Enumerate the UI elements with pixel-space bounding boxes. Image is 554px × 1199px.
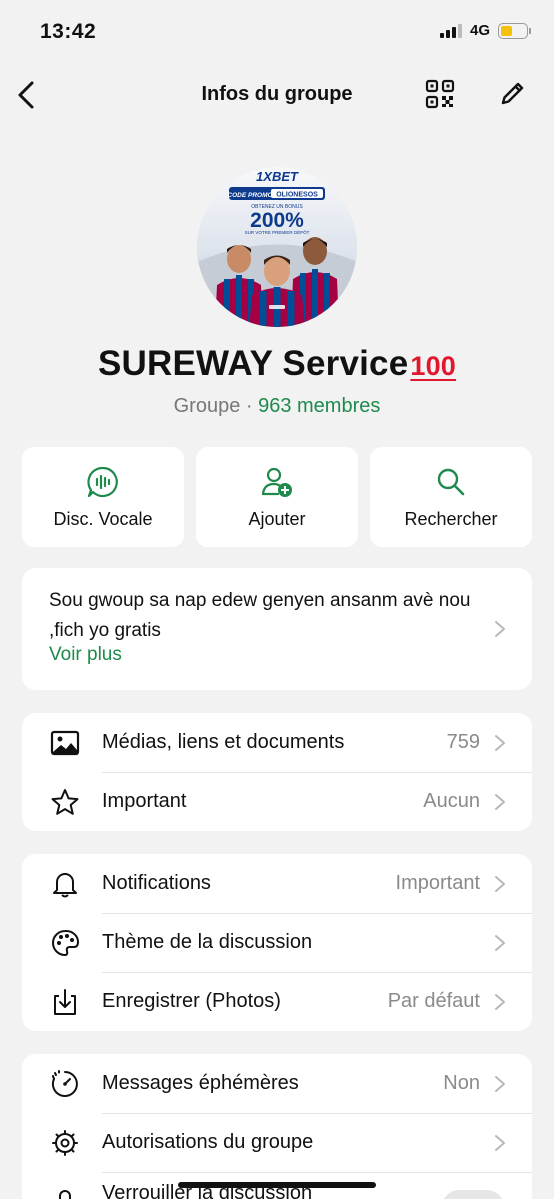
- avatar-brand: 1XBET: [256, 169, 299, 184]
- settings-section: Notifications Important Thème de la disc…: [22, 854, 532, 1031]
- disappearing-messages-label: Messages éphémères: [102, 1072, 299, 1094]
- promo-image: 1XBET CODE PROMO OLIONESOS OBTENEZ UN BO…: [197, 167, 357, 327]
- notifications-value: Important: [395, 872, 480, 894]
- group-type: Groupe ·: [173, 395, 259, 417]
- nav-bar: Infos du groupe: [0, 66, 554, 126]
- voice-chat-label: Disc. Vocale: [53, 509, 153, 529]
- starred-value: Aucun: [423, 790, 480, 812]
- download-icon: [54, 989, 76, 1015]
- group-name: SUREWAY Service100: [0, 344, 554, 384]
- avatar-bonus-value: 200%: [250, 209, 304, 232]
- voice-chat-icon: [87, 466, 118, 498]
- status-indicators: 4G: [439, 22, 531, 39]
- search-button[interactable]: Rechercher: [370, 447, 532, 547]
- see-more-link[interactable]: Voir plus: [49, 644, 122, 666]
- search-icon: [437, 468, 465, 496]
- starred-label: Important: [102, 790, 187, 812]
- group-subtitle: Groupe · 963 membres: [0, 395, 554, 418]
- media-links-docs-label: Médias, liens et documents: [102, 731, 345, 753]
- lock-chat-toggle[interactable]: [442, 1190, 504, 1199]
- group-avatar[interactable]: 1XBET CODE PROMO OLIONESOS OBTENEZ UN BO…: [197, 167, 357, 327]
- star-icon: [51, 789, 79, 815]
- media-links-docs-row[interactable]: Médias, liens et documents 759: [22, 713, 532, 772]
- avatar-bonus-sub: SUR VOTRE PREMIER DÉPÔT: [245, 229, 310, 235]
- voice-chat-button[interactable]: Disc. Vocale: [22, 447, 184, 547]
- notifications-row[interactable]: Notifications Important: [22, 854, 532, 913]
- members-count-link[interactable]: 963 membres: [258, 395, 380, 417]
- palette-icon: [52, 929, 80, 956]
- edit-pencil-icon[interactable]: [497, 79, 527, 109]
- disappearing-messages-value: Non: [443, 1072, 480, 1094]
- chevron-right-icon: [495, 735, 505, 751]
- chevron-right-icon: [495, 935, 505, 951]
- timer-icon: [51, 1070, 78, 1097]
- quick-actions: Disc. Vocale Ajouter Rechercher: [22, 447, 532, 547]
- save-to-photos-label: Enregistrer (Photos): [102, 990, 281, 1012]
- add-member-button[interactable]: Ajouter: [196, 447, 358, 547]
- cellular-signal-icon: [439, 23, 462, 38]
- settings-gear-icon: [52, 1130, 78, 1156]
- chevron-right-icon: [495, 1076, 505, 1092]
- page-title: Infos du groupe: [201, 83, 353, 105]
- chevron-right-icon: [495, 621, 505, 637]
- avatar-promo-code: OLIONESOS: [276, 192, 318, 199]
- hundred-points-icon: 100: [410, 351, 457, 381]
- group-name-text: SUREWAY Service: [97, 344, 409, 383]
- save-to-photos-value: Par défaut: [387, 990, 480, 1012]
- chat-theme-row[interactable]: Thème de la discussion: [22, 913, 532, 972]
- add-person-icon: [261, 467, 292, 497]
- avatar-promo-label: CODE PROMO: [227, 192, 272, 199]
- bell-icon: [53, 873, 77, 898]
- media-section: Médias, liens et documents 759 Important…: [22, 713, 532, 831]
- photo-icon: [50, 730, 80, 756]
- battery-icon: [498, 22, 531, 39]
- status-time: 13:42: [40, 20, 97, 43]
- home-indicator[interactable]: [178, 1182, 376, 1188]
- group-permissions-row[interactable]: Autorisations du groupe: [22, 1113, 532, 1172]
- group-permissions-label: Autorisations du groupe: [102, 1131, 314, 1153]
- privacy-section: Messages éphémères Non Autorisations du …: [22, 1054, 532, 1199]
- media-count: 759: [446, 731, 480, 753]
- starred-messages-row[interactable]: Important Aucun: [22, 772, 532, 831]
- add-member-label: Ajouter: [248, 509, 306, 529]
- chevron-right-icon: [495, 794, 505, 810]
- disappearing-messages-row[interactable]: Messages éphémères Non: [22, 1054, 532, 1113]
- qr-code-icon[interactable]: [425, 79, 455, 109]
- chevron-right-icon: [495, 876, 505, 892]
- group-description-text: Sou gwoup sa nap edew genyen ansanm avè …: [49, 590, 471, 641]
- network-type: 4G: [469, 22, 490, 39]
- chevron-right-icon: [495, 994, 505, 1010]
- chevron-right-icon: [495, 1135, 505, 1151]
- lock-icon: [59, 1190, 71, 1199]
- group-description-card[interactable]: Sou gwoup sa nap edew genyen ansanm avè …: [22, 568, 532, 690]
- search-label: Rechercher: [404, 509, 498, 529]
- chat-theme-label: Thème de la discussion: [102, 931, 313, 953]
- status-bar: 13:42 4G: [0, 0, 554, 66]
- notifications-label: Notifications: [102, 872, 211, 894]
- save-to-photos-row[interactable]: Enregistrer (Photos) Par défaut: [22, 972, 532, 1031]
